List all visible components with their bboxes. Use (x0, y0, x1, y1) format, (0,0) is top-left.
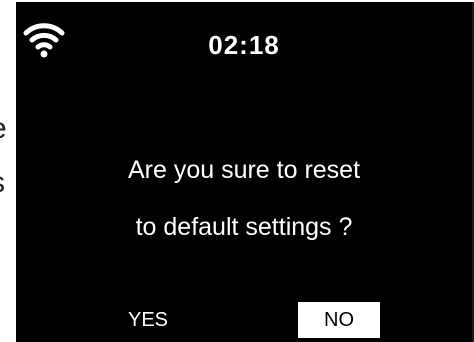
device-screen: 02:18 Are you sure to reset to default s… (16, 2, 474, 342)
cropped-text-fragment: e (0, 114, 16, 144)
clock-time: 02:18 (208, 30, 280, 60)
dialog-message: Are you sure to reset to default setting… (16, 142, 472, 256)
cropped-text-fragment: l (0, 220, 16, 250)
page: e s l 02:18 Are you sure to reset to def… (0, 0, 474, 342)
no-button[interactable]: NO (298, 302, 380, 338)
yes-button[interactable]: YES (108, 302, 188, 338)
dialog-message-line: to default settings ? (135, 213, 353, 241)
dialog-message-line: Are you sure to reset (127, 156, 361, 184)
cropped-text-fragment: s (0, 168, 16, 198)
